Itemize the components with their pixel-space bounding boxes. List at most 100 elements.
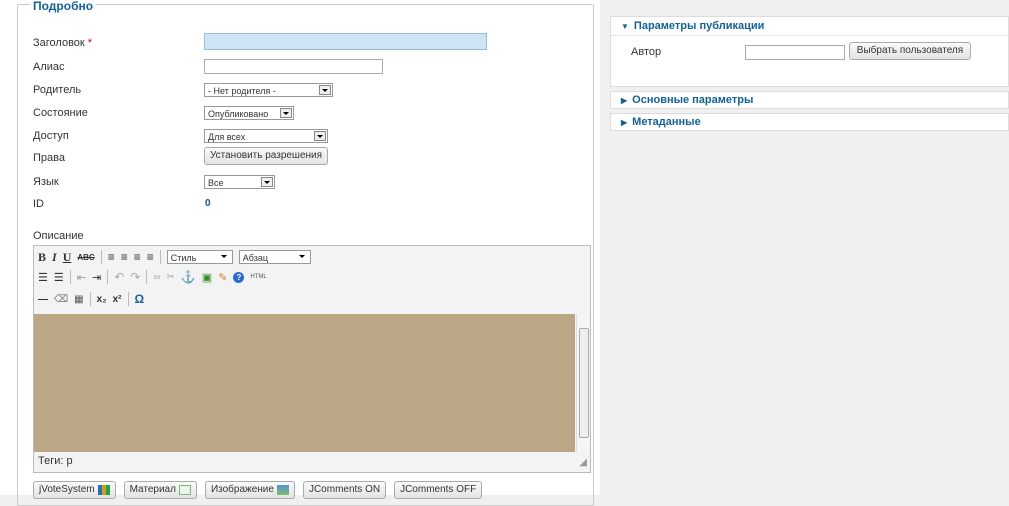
horizontal-rule-icon[interactable]: — xyxy=(38,294,48,305)
rich-text-editor: B I U ABC ≡ ≡ ≡ ≡ Стиль Абзац ☰ ☰ ⇤ ⇥ ↶ … xyxy=(33,245,591,473)
special-char-icon[interactable]: Ω xyxy=(135,292,145,306)
set-permissions-button[interactable]: Установить разрешения xyxy=(204,147,328,165)
description-label: Описание xyxy=(33,230,84,242)
table-icon[interactable]: ▦ xyxy=(74,294,83,305)
outdent-icon[interactable]: ⇤ xyxy=(77,271,86,284)
toolbar-separator xyxy=(107,270,109,284)
publishing-panel: ▼ Параметры публикации Автор Выбрать поль… xyxy=(610,16,1009,87)
basic-options-title: Основные параметры xyxy=(632,94,754,106)
select-user-button[interactable]: Выбрать пользователя xyxy=(849,42,971,60)
strikethrough-icon[interactable]: ABC xyxy=(77,253,94,262)
numbered-list-icon[interactable]: ☰ xyxy=(54,271,64,284)
id-label: ID xyxy=(33,198,44,210)
title-input[interactable] xyxy=(204,33,487,50)
align-left-icon[interactable]: ≡ xyxy=(108,250,115,264)
parent-select-value: - Нет родителя - xyxy=(208,86,276,96)
alias-label: Алиас xyxy=(33,61,65,73)
italic-icon[interactable]: I xyxy=(52,250,57,265)
style-select[interactable]: Стиль xyxy=(166,250,233,264)
picture-icon xyxy=(276,485,289,495)
anchor-icon[interactable]: ⚓ xyxy=(181,270,196,284)
toolbar-separator xyxy=(89,292,91,306)
metadata-header[interactable]: ▶ Метаданные xyxy=(611,114,1008,130)
required-asterisk: * xyxy=(87,37,93,49)
metadata-panel: ▶ Метаданные xyxy=(610,113,1009,131)
jvotesystem-label: jVoteSystem xyxy=(39,484,95,495)
parent-label: Родитель xyxy=(33,84,82,96)
metadata-title: Метаданные xyxy=(632,116,701,128)
toolbar-separator xyxy=(127,292,129,306)
author-label: Автор xyxy=(631,46,662,58)
publishing-panel-body: Автор Выбрать пользователя xyxy=(611,36,1008,86)
jcomments-off-button[interactable]: JComments OFF xyxy=(394,481,483,499)
scrollbar-thumb[interactable] xyxy=(579,328,589,438)
image-label: Изображение xyxy=(210,484,274,495)
article-button[interactable]: Материал xyxy=(123,481,197,499)
help-icon[interactable]: ? xyxy=(233,271,245,283)
article-icon xyxy=(178,485,191,495)
jcomments-on-label: JComments ON xyxy=(308,484,381,495)
access-select-value: Для всех xyxy=(208,132,246,142)
underline-icon[interactable]: U xyxy=(63,250,72,265)
editor-vertical-scrollbar[interactable] xyxy=(576,314,590,452)
toolbar-separator xyxy=(159,250,161,264)
id-value: 0 xyxy=(205,198,211,209)
triangle-down-icon: ▼ xyxy=(621,22,629,31)
language-label: Язык xyxy=(33,176,59,188)
align-center-icon[interactable]: ≡ xyxy=(121,250,128,264)
format-select[interactable]: Абзац xyxy=(238,250,311,264)
alias-input[interactable] xyxy=(204,59,383,74)
chevron-down-icon xyxy=(297,252,309,262)
editor-content-area[interactable] xyxy=(34,314,575,452)
access-select[interactable]: Для всех xyxy=(204,129,328,143)
jcomments-off-label: JComments OFF xyxy=(400,484,477,495)
align-right-icon[interactable]: ≡ xyxy=(134,250,141,264)
format-select-value: Абзац xyxy=(242,253,269,263)
basic-options-header[interactable]: ▶ Основные параметры xyxy=(611,92,1008,108)
triangle-right-icon: ▶ xyxy=(621,118,628,127)
basic-options-panel: ▶ Основные параметры xyxy=(610,91,1009,109)
html-source-icon[interactable]: HTML xyxy=(250,274,266,280)
chevron-down-icon xyxy=(314,131,326,141)
resize-handle-icon[interactable]: ◢ xyxy=(579,457,587,468)
toolbar-separator xyxy=(146,270,148,284)
indent-icon[interactable]: ⇥ xyxy=(92,271,101,284)
align-justify-icon[interactable]: ≡ xyxy=(147,250,154,264)
chevron-down-icon xyxy=(219,252,231,262)
article-label: Материал xyxy=(129,484,176,495)
main-form-area: Подробно Заголовок * Алиас Родитель - Не… xyxy=(0,0,600,506)
bullet-list-icon[interactable]: ☰ xyxy=(38,271,48,284)
redo-icon[interactable]: ↷ xyxy=(130,270,140,284)
options-sidebar: ▼ Параметры публикации Автор Выбрать поль… xyxy=(610,16,1009,131)
jvotesystem-button[interactable]: jVoteSystem xyxy=(33,481,116,499)
parent-select[interactable]: - Нет родителя - xyxy=(204,83,333,97)
bold-icon[interactable]: B xyxy=(38,250,46,265)
unlink-icon[interactable]: ✂ xyxy=(166,272,174,283)
triangle-right-icon: ▶ xyxy=(621,96,628,105)
publishing-panel-title: Параметры публикации xyxy=(633,20,765,32)
language-select[interactable]: Все xyxy=(204,175,275,189)
bar-chart-icon xyxy=(97,485,110,495)
image-icon[interactable]: ▣ xyxy=(202,271,212,284)
undo-icon[interactable]: ↶ xyxy=(114,270,124,284)
chevron-down-icon xyxy=(319,85,331,95)
access-label: Доступ xyxy=(33,130,69,142)
cleanup-icon[interactable]: ✎ xyxy=(218,271,227,284)
editor-status-bar: Теги: p ◢ xyxy=(34,452,590,472)
style-select-value: Стиль xyxy=(170,253,197,263)
subscript-icon[interactable]: x₂ xyxy=(97,294,107,305)
rights-label: Права xyxy=(33,152,65,164)
state-select[interactable]: Опубликовано xyxy=(204,106,294,120)
editor-toolbar-row-3: — ⌫ ▦ x₂ x² Ω xyxy=(38,290,144,308)
editor-extension-buttons: jVoteSystem Материал Изображение JCommen… xyxy=(33,481,483,499)
state-label: Состояние xyxy=(33,107,88,119)
jcomments-on-button[interactable]: JComments ON xyxy=(302,481,387,499)
link-icon[interactable]: ∞ xyxy=(153,272,160,283)
superscript-icon[interactable]: x² xyxy=(113,294,122,305)
publishing-panel-header[interactable]: ▼ Параметры публикации xyxy=(611,17,1008,36)
image-button[interactable]: Изображение xyxy=(204,481,295,499)
language-select-value: Все xyxy=(208,178,224,188)
remove-format-icon[interactable]: ⌫ xyxy=(54,294,68,305)
chevron-down-icon xyxy=(261,177,273,187)
author-input[interactable] xyxy=(745,45,845,60)
